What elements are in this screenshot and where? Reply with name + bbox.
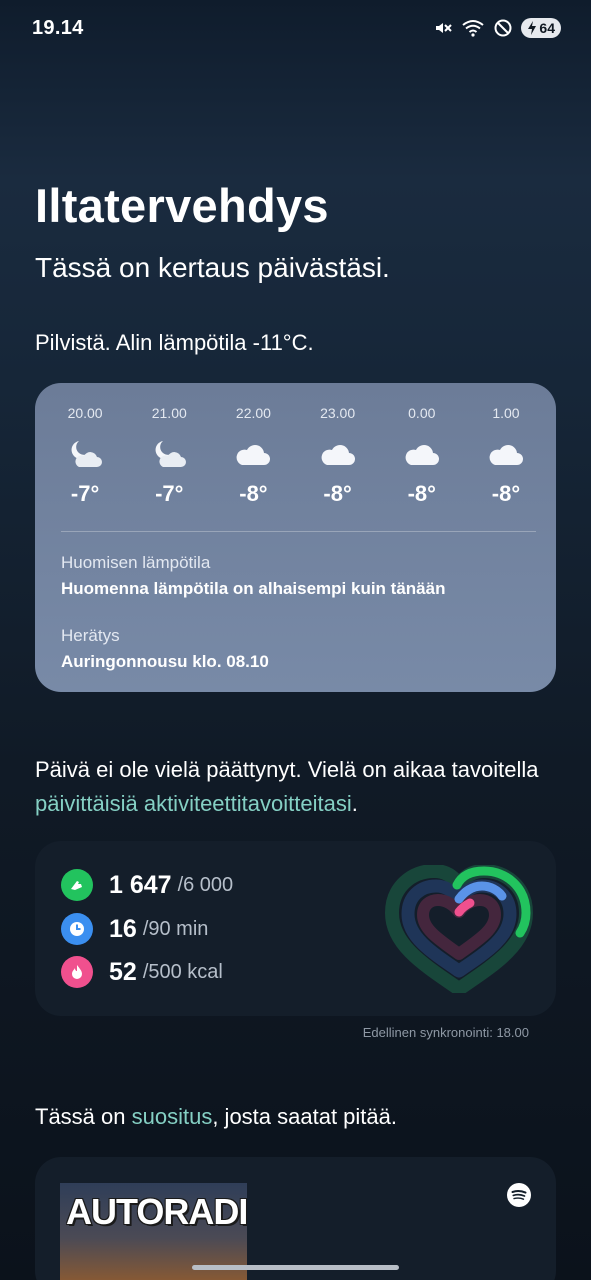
hour-item: 23.00 -8° [296,405,380,507]
do-not-disturb-icon [494,19,512,37]
recommendation-link[interactable]: suositus [132,1104,213,1129]
activity-heart-ring [385,865,533,993]
calories-value: 52 [109,957,137,986]
cloud-icon [402,437,442,471]
calories-progress [454,898,475,917]
hour-temp: -8° [323,481,352,506]
hourly-forecast: 20.00 -7° 21.00 -7° 22.00 -8° 23.00 -8° 0.00 -8° 1… [43,405,548,507]
album-title: AUTORADIO [66,1191,247,1232]
status-bar: 19.14 64 [0,0,591,56]
activity-goals-link[interactable]: päivittäisiä aktiviteettitavoitteitasi [35,791,352,816]
steps-metric: 1 647 /6 000 [61,869,233,901]
hour-item: 20.00 -7° [43,405,127,507]
cloud-icon [318,437,358,471]
hour-time: 0.00 [408,405,436,421]
last-sync-text: Edellinen synkronointi: 18.00 [362,1025,529,1040]
hour-item: 0.00 -8° [380,405,464,507]
activity-card[interactable]: 1 647 /6 000 16 /90 min 52 /500 kcal [35,841,556,1016]
recommendation-intro: Tässä on suositus, josta saatat pitää. [35,1104,397,1130]
cloud-icon [486,437,526,471]
moon-cloud-icon [149,437,189,471]
status-icons: 64 [433,18,561,38]
battery-indicator: 64 [521,18,561,38]
tomorrow-temp-value: Huomenna lämpötila on alhaisempi kuin tä… [61,579,446,598]
calories-metric: 52 /500 kcal [61,956,223,988]
active-time-metric: 16 /90 min [61,913,208,945]
wakeup-label: Herätys [61,626,120,645]
hour-temp: -8° [491,481,521,506]
hour-temp: -7° [70,481,100,506]
recommendation-intro-before: Tässä on [35,1104,132,1129]
activity-intro: Päivä ei ole vielä päättynyt. Vielä on a… [35,753,555,821]
steps-goal: /6 000 [177,873,234,896]
flame-icon [61,956,93,988]
activity-intro-end: . [351,791,358,816]
calories-goal: /500 kcal [142,960,223,983]
tomorrow-temp-label: Huomisen lämpötila [61,553,211,572]
recommendation-card[interactable]: AUTORADIO [35,1157,556,1280]
active-time-value: 16 [109,914,137,943]
hour-time: 1.00 [492,405,520,421]
hour-item: 22.00 -8° [211,405,295,507]
hour-item: 1.00 -8° [464,405,548,507]
home-indicator[interactable] [192,1265,399,1270]
shoe-icon [61,869,93,901]
weather-card[interactable]: 20.00 -7° 21.00 -7° 22.00 -8° 23.00 -8° 0.00 -8° 1… [35,383,556,692]
activity-intro-text: Päivä ei ole vielä päättynyt. Vielä on a… [35,757,539,782]
moon-cloud-icon [65,437,105,471]
cloud-icon [233,437,273,471]
hour-time: 21.00 [151,405,187,421]
hour-time: 23.00 [320,405,356,421]
page-title: Iltatervehdys [35,179,329,232]
recommendation-intro-after: , josta saatat pitää. [212,1104,397,1129]
clock-icon [61,913,93,945]
page-subtitle: Tässä on kertaus päivästäsi. [35,252,390,283]
steps-value: 1 647 [109,870,172,899]
mute-icon [436,23,453,33]
weather-summary: Pilvistä. Alin lämpötila -11°C. [35,330,314,355]
active-time-goal: /90 min [142,917,209,940]
sunrise-value: Auringonnousu klo. 08.10 [61,652,269,671]
hour-temp: -8° [239,481,268,506]
hour-item: 21.00 -7° [127,405,211,507]
charging-icon [528,21,537,35]
spotify-icon[interactable] [507,1183,531,1207]
clock: 19.14 [32,16,84,39]
hour-temp: -7° [155,481,184,506]
wifi-icon [462,20,485,37]
battery-level: 64 [539,20,555,36]
divider [61,531,536,532]
hour-temp: -8° [407,481,436,506]
hour-time: 20.00 [67,405,103,421]
hour-time: 22.00 [235,405,271,421]
